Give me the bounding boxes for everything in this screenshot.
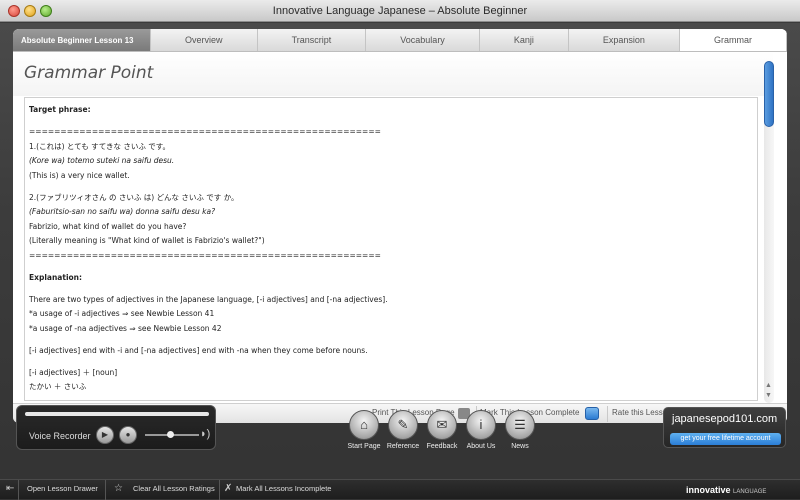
about-us-button[interactable]: i <box>466 410 496 440</box>
grammar-line: (Kore wa) totemo suteki na saifu desu. <box>29 156 175 165</box>
brand-logo: innovative LANGUAGE <box>686 485 766 495</box>
scrollbar-thumb[interactable] <box>764 61 774 127</box>
section-heading: Explanation: <box>29 272 83 282</box>
section-heading: Target phrase: <box>29 105 91 114</box>
tab-vocabulary[interactable]: Vocabulary <box>366 29 480 51</box>
mark-complete-checkbox[interactable] <box>585 407 599 420</box>
feedback-button[interactable]: ✉ <box>427 410 457 440</box>
divider <box>105 480 106 500</box>
tab-bar: Absolute Beginner Lesson 13 Overview Tra… <box>13 29 787 52</box>
grammar-line: Fabrizio, what kind of wallet do you hav… <box>29 221 187 231</box>
open-lesson-drawer-button[interactable]: Open Lesson Drawer <box>27 484 98 493</box>
reference-button[interactable]: ✎ <box>388 410 418 440</box>
start-page-button[interactable]: ⌂ <box>349 410 379 440</box>
drawer-icon[interactable]: ⇤ <box>6 483 14 494</box>
grammar-line: [-i adjectives] ＋ [noun] <box>29 367 118 377</box>
tab-expansion[interactable]: Expansion <box>569 29 680 51</box>
grammar-line: (Literally meaning is "What kind of wall… <box>29 236 265 245</box>
voice-recorder-label: Voice Recorder <box>29 431 91 441</box>
window-titlebar: Innovative Language Japanese – Absolute … <box>0 0 800 22</box>
divider <box>18 480 19 500</box>
window-close-button[interactable] <box>8 5 20 17</box>
cross-icon[interactable]: ✗ <box>224 483 232 494</box>
grammar-header: Grammar Point <box>13 52 773 96</box>
home-icon: ⌂ <box>360 417 368 432</box>
scroll-up-arrow-icon[interactable]: ▲ <box>765 382 772 389</box>
grammar-line: ========================================… <box>29 127 381 136</box>
grammar-line: *a usage of -i adjectives ⇒ see Newbie L… <box>29 309 215 318</box>
grammar-line: たかい ＋ さいふ <box>29 382 87 391</box>
grammar-line: ========================================… <box>29 250 381 260</box>
info-icon: i <box>479 417 483 432</box>
tab-kanji[interactable]: Kanji <box>480 29 569 51</box>
lesson-panel: Absolute Beginner Lesson 13 Overview Tra… <box>13 29 787 423</box>
grammar-line: 1.(これは) とても すてきな さいふ です。 <box>29 141 171 151</box>
scroll-down-arrow-icon[interactable]: ▼ <box>765 392 772 399</box>
tab-grammar[interactable]: Grammar <box>679 29 787 51</box>
grammar-line: 2.(ファブリツィオさん の さいふ は) どんな さいふ です か。 <box>29 192 239 202</box>
pen-icon: ✎ <box>397 417 409 432</box>
record-button[interactable]: ● <box>119 426 137 444</box>
news-button[interactable]: ☰ <box>505 410 535 440</box>
window-minimize-button[interactable] <box>24 5 36 17</box>
window-zoom-button[interactable] <box>40 5 52 17</box>
news-label: News <box>511 443 529 450</box>
mark-incomplete-button[interactable]: Mark All Lessons Incomplete <box>236 484 331 493</box>
speaker-icon: ◗) <box>200 428 211 440</box>
divider <box>219 480 220 500</box>
speech-bubble-icon: ✉ <box>436 417 448 432</box>
tab-lesson-title: Absolute Beginner Lesson 13 <box>13 29 151 51</box>
clear-ratings-button[interactable]: Clear All Lesson Ratings <box>133 484 215 493</box>
window-title: Innovative Language Japanese – Absolute … <box>272 5 528 17</box>
voice-recorder: Voice Recorder ▶ ● ◗) <box>16 405 216 450</box>
rss-icon: ☰ <box>514 417 526 432</box>
recorder-progress-bar[interactable] <box>25 412 209 416</box>
divider <box>607 406 608 422</box>
page-title: Grammar Point <box>24 63 154 83</box>
grammar-line: There are two types of adjectives in the… <box>29 294 388 304</box>
volume-slider-knob[interactable] <box>167 431 174 438</box>
promo-box: japanesepod101.com get your free lifetim… <box>663 407 786 448</box>
star-icon[interactable]: ☆ <box>114 483 123 494</box>
brand-name: innovative <box>686 485 731 495</box>
promo-site-name[interactable]: japanesepod101.com <box>672 413 777 425</box>
footer-toolbar: ⇤ Open Lesson Drawer ☆ Clear All Lesson … <box>0 479 800 500</box>
grammar-line: (Faburitsio-san no saifu wa) donna saifu… <box>29 207 216 216</box>
play-button[interactable]: ▶ <box>96 426 114 444</box>
grammar-line: (This is) a very nice wallet. <box>29 170 130 180</box>
free-account-button[interactable]: get your free lifetime account <box>670 433 781 445</box>
app-body: Absolute Beginner Lesson 13 Overview Tra… <box>0 23 800 500</box>
brand-sub: LANGUAGE <box>733 489 767 495</box>
tab-overview[interactable]: Overview <box>151 29 258 51</box>
grammar-line: [-i adjectives] end with -i and [-na adj… <box>29 345 368 355</box>
grammar-content[interactable]: Target phrase: ==========================… <box>24 97 758 401</box>
grammar-line: *a usage of -na adjectives ⇒ see Newbie … <box>29 323 222 333</box>
tab-transcript[interactable]: Transcript <box>258 29 367 51</box>
